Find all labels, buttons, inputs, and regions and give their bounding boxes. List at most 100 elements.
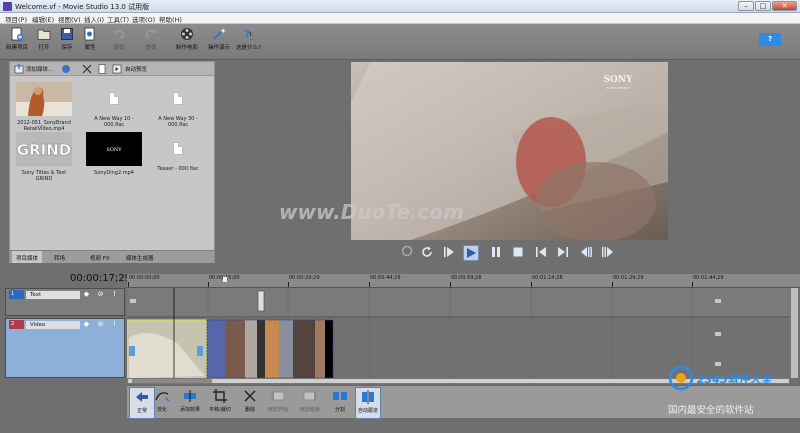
add-effects-button[interactable]: 添加效果 [177,387,203,419]
question-pointer-icon: ? [244,28,254,41]
minimize-button[interactable]: – [738,1,754,11]
web-media-icon[interactable] [61,64,71,74]
mute-icon[interactable]: ⊘ [96,320,105,329]
make-movie-button[interactable]: 制作电影 [175,27,199,57]
track-number: 2 [9,320,24,329]
undo-button[interactable]: 撤销 [107,27,131,57]
help-button[interactable]: ? [759,33,781,46]
loop-button[interactable] [419,245,435,261]
timeline-ruler[interactable]: 00:00:00;00 00:00:15;00 00:00:29;29 00:0… [127,274,800,288]
track-volume-icon[interactable]: ◆ [82,320,91,329]
auto-ripple-icon [362,390,374,404]
playhead-marker[interactable] [223,277,227,282]
window-title: Welcome.vf - Movie Studio 13.0 试用版 [15,3,150,11]
auto-preview-button[interactable]: 自动预览 [125,65,147,73]
whats-this-button[interactable]: ? 这是什么? [236,27,261,57]
track-name[interactable]: Text [26,291,80,299]
site-watermark: www.DuoTe.com [279,200,464,224]
media-item-a-new-way-30[interactable]: A New Way 30 - 000.flac [148,82,208,128]
trim-start-button[interactable]: 修剪开始 [265,387,291,419]
play-button[interactable] [463,245,479,261]
crop-icon [213,389,227,403]
close-button[interactable]: ✕ [772,1,797,11]
auto-ripple-button[interactable]: 自动跟进 [355,387,381,419]
tab-media-generators[interactable]: 媒体生成器 [126,254,154,262]
import-media-button[interactable]: 添加媒体... [26,65,53,73]
menu-edit[interactable]: 编辑(E) [32,14,54,24]
new-project-button[interactable]: 新建项目 [5,27,29,57]
save-icon [61,28,73,40]
media-item-sonyding2[interactable]: SONY SonyDing2.mp4 [84,132,144,176]
trim-end-button[interactable]: 修剪结束 [297,387,323,419]
split-icon [333,392,347,400]
next-frame-button[interactable] [600,245,616,261]
envelope-tool-button[interactable]: 流化 [149,387,175,419]
redo-button[interactable]: 重做 [139,27,163,57]
menu-help[interactable]: 帮助(H) [159,14,182,24]
ruler-label: 00:01:29;29 [613,275,644,281]
transport-controls [395,243,635,263]
menu-view[interactable]: 视图(V) [58,14,81,24]
maximize-button[interactable]: □ [755,1,771,11]
menu-insert[interactable]: 插入(I) [84,14,104,24]
ruler-label: 00:00:59;28 [451,275,482,281]
split-button[interactable]: 分割 [327,387,353,419]
track-volume-icon[interactable]: ◆ [82,290,91,299]
properties-icon [84,27,95,41]
record-button[interactable] [399,245,415,261]
track-name[interactable]: Video [26,321,80,329]
media-item-sony-brand-video[interactable]: 2012-051_SonyBrand RetailVideo.mp4 [14,82,74,132]
audio-file-icon [173,142,183,155]
import-media-icon[interactable] [14,64,24,74]
menu-tools[interactable]: 工具(T) [107,14,129,24]
scrollbar-thumb[interactable] [132,379,212,383]
audio-file-icon [173,92,183,105]
trim-start-icon [271,391,285,401]
previous-frame-button[interactable] [578,245,594,261]
go-to-start-button[interactable] [533,245,549,261]
go-to-end-button[interactable] [555,245,571,261]
main-toolbar: 新建项目 打开 保存 属性 撤销 重做 制作电影 操作演示 ? 这是什么? [0,24,800,60]
pan-crop-button[interactable]: 平移/裁切 [207,387,233,419]
track-header-video[interactable]: 2 Video ◆ ⊘ ! [5,318,125,378]
tab-project-media[interactable]: 项目媒体 [12,251,43,263]
show-me-how-button[interactable]: 操作演示 [207,27,231,57]
delete-button[interactable]: 删除 [237,387,263,419]
audio-file-icon [109,92,119,105]
solo-icon[interactable]: ! [110,320,119,329]
track-number: 1 [9,290,24,299]
tab-transitions[interactable]: 转场 [54,254,65,262]
mute-icon[interactable]: ⊘ [96,290,105,299]
film-reel-icon [181,28,193,40]
menu-bar: 项目(P) 编辑(E) 视图(V) 插入(I) 工具(T) 选项(O) 帮助(H… [0,13,800,24]
save-button[interactable]: 保存 [55,27,79,57]
media-properties-icon[interactable] [97,64,107,74]
tab-video-fx[interactable]: 视频 FX [90,254,110,262]
svg-text:?: ? [244,28,250,41]
media-item-teaser[interactable]: Teaser - 000.flac [148,132,208,172]
auto-preview-icon[interactable] [112,64,122,74]
media-item-sony-titles-grind[interactable]: GRIND Sony Titles & Text GRIND [14,132,74,182]
media-item-a-new-way-10[interactable]: A New Way 10 - 000.flac [84,82,144,128]
stop-button[interactable] [510,245,526,261]
open-button[interactable]: 打开 [32,27,56,57]
track-header-text[interactable]: 1 Text ◆ ⊘ ! [5,288,125,316]
loop-icon [422,246,432,257]
media-toolbar: 添加媒体... 自动预览 [10,62,214,76]
ruler-label: 00:00:44;29 [370,275,401,281]
menu-options[interactable]: 选项(O) [132,14,155,24]
solo-icon[interactable]: ! [110,290,119,299]
folder-icon [37,29,51,40]
properties-button[interactable]: 属性 [78,27,102,57]
delete-icon [244,390,256,402]
play-from-start-button[interactable] [441,245,457,261]
play-icon [467,248,476,258]
menu-project[interactable]: 项目(P) [5,14,27,24]
project-media-panel: 添加媒体... 自动预览 2012-051_SonyBrand RetailVi… [9,61,215,263]
media-thumbnail: SONY [86,132,142,166]
sony-tagline-text: make.believe [606,86,629,90]
pause-button[interactable] [488,245,504,261]
timecode-display: 00:00:17;29 [70,273,132,284]
record-icon [401,245,413,257]
remove-icon[interactable] [82,64,92,74]
